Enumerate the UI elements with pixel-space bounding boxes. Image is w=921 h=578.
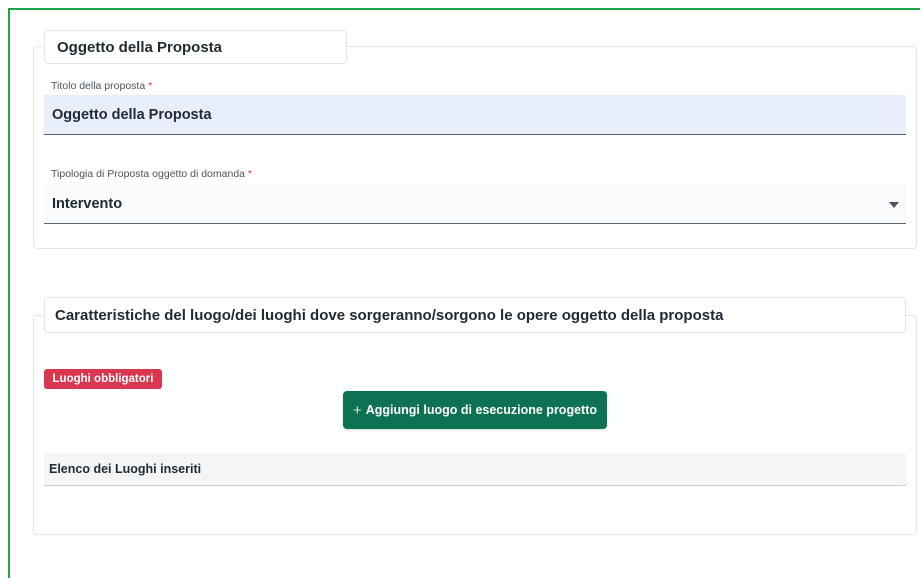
- title-input[interactable]: Oggetto della Proposta: [44, 95, 906, 135]
- required-mark: *: [247, 168, 253, 180]
- type-select[interactable]: Intervento: [44, 184, 906, 224]
- section-title: Caratteristiche del luogo/dei luoghi dov…: [55, 306, 724, 324]
- type-select-value: Intervento: [52, 195, 123, 212]
- required-locations-badge: Luoghi obbligatori: [44, 369, 162, 389]
- add-location-button[interactable]: + Aggiungi luogo di esecuzione progetto: [343, 391, 607, 429]
- type-field-label: Tipologia di Proposta oggetto di domanda…: [51, 168, 253, 180]
- plus-icon: +: [352, 401, 362, 419]
- section-title: Oggetto della Proposta: [57, 38, 223, 56]
- add-location-label: Aggiungi luogo di esecuzione progetto: [365, 403, 597, 417]
- title-field-label: Titolo della proposta *: [51, 80, 153, 92]
- title-input-value: Oggetto della Proposta: [52, 106, 212, 123]
- caret-down-icon[interactable]: [889, 202, 899, 208]
- proposal-object-legend: Oggetto della Proposta: [44, 30, 347, 64]
- locations-legend: Caratteristiche del luogo/dei luoghi dov…: [44, 297, 906, 333]
- locations-list-header: Elenco dei Luoghi inseriti: [44, 453, 906, 486]
- required-mark: *: [148, 80, 153, 92]
